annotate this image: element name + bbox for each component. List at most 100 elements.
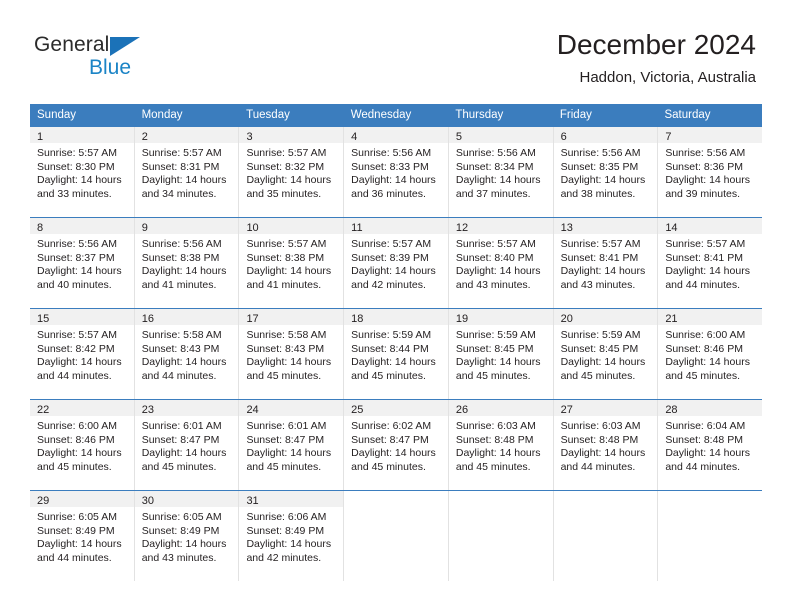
sunset-text: Sunset: 8:30 PM bbox=[37, 160, 115, 173]
sunset-text: Sunset: 8:41 PM bbox=[560, 251, 639, 264]
day-number: 22 bbox=[37, 404, 50, 416]
day-details: Sunrise: 5:56 AM Sunset: 8:36 PM Dayligh… bbox=[658, 143, 762, 201]
day-number-bar: 30 bbox=[134, 491, 239, 507]
daylight-text-line1: Daylight: 14 hours bbox=[141, 447, 227, 459]
day-cell[interactable]: 25 Sunrise: 6:02 AM Sunset: 8:47 PM Dayl… bbox=[343, 400, 448, 490]
day-number-bar: 21 bbox=[658, 309, 763, 325]
day-number-bar bbox=[658, 491, 763, 507]
weekday-header-friday: Friday bbox=[559, 109, 592, 121]
weekday-header-sunday: Sunday bbox=[37, 109, 77, 121]
logo-text-blue: Blue bbox=[89, 56, 132, 79]
day-number: 3 bbox=[246, 131, 253, 143]
weekday-header-wednesday: Wednesday bbox=[350, 109, 412, 121]
daylight-text-line1: Daylight: 14 hours bbox=[37, 447, 122, 459]
day-cell[interactable]: 2 Sunrise: 5:57 AM Sunset: 8:31 PM Dayli… bbox=[133, 127, 239, 217]
day-number: 17 bbox=[246, 313, 259, 325]
day-cell[interactable]: 17 Sunrise: 5:58 AM Sunset: 8:43 PM Dayl… bbox=[238, 309, 344, 399]
daylight-text-line1: Daylight: 14 hours bbox=[560, 265, 646, 277]
sunset-text: Sunset: 8:42 PM bbox=[37, 342, 115, 355]
day-details: Sunrise: 6:05 AM Sunset: 8:49 PM Dayligh… bbox=[30, 507, 134, 565]
day-cell[interactable]: 7 Sunrise: 5:56 AM Sunset: 8:36 PM Dayli… bbox=[657, 127, 763, 217]
calendar-week-row: 15 Sunrise: 5:57 AM Sunset: 8:42 PM Dayl… bbox=[30, 308, 763, 399]
day-cell[interactable]: 16 Sunrise: 5:58 AM Sunset: 8:43 PM Dayl… bbox=[133, 309, 239, 399]
day-details: Sunrise: 5:57 AM Sunset: 8:41 PM Dayligh… bbox=[554, 234, 658, 292]
day-details: Sunrise: 6:04 AM Sunset: 8:48 PM Dayligh… bbox=[658, 416, 762, 474]
day-cell[interactable]: 11 Sunrise: 5:57 AM Sunset: 8:39 PM Dayl… bbox=[343, 218, 448, 308]
day-cell[interactable]: 14 Sunrise: 5:57 AM Sunset: 8:41 PM Dayl… bbox=[657, 218, 763, 308]
daylight-text-line2: and 43 minutes. bbox=[141, 551, 217, 564]
day-cell[interactable]: 1 Sunrise: 5:57 AM Sunset: 8:30 PM Dayli… bbox=[30, 127, 134, 217]
daylight-text-line1: Daylight: 14 hours bbox=[665, 356, 750, 368]
daylight-text-line1: Daylight: 14 hours bbox=[141, 538, 227, 550]
daylight-text-line2: and 44 minutes. bbox=[665, 460, 741, 473]
sunset-text: Sunset: 8:47 PM bbox=[246, 433, 325, 446]
sunrise-text: Sunrise: 5:56 AM bbox=[560, 147, 641, 159]
day-cell[interactable]: 24 Sunrise: 6:01 AM Sunset: 8:47 PM Dayl… bbox=[238, 400, 344, 490]
day-number-bar: 20 bbox=[553, 309, 658, 325]
day-details: Sunrise: 6:01 AM Sunset: 8:47 PM Dayligh… bbox=[239, 416, 343, 474]
sunset-text: Sunset: 8:31 PM bbox=[141, 160, 220, 173]
day-number-bar bbox=[553, 491, 658, 507]
day-number-bar: 2 bbox=[134, 127, 239, 143]
day-number-bar: 22 bbox=[30, 400, 134, 416]
day-cell[interactable]: 5 Sunrise: 5:56 AM Sunset: 8:34 PM Dayli… bbox=[447, 127, 553, 217]
day-cell[interactable]: 10 Sunrise: 5:57 AM Sunset: 8:38 PM Dayl… bbox=[238, 218, 344, 308]
day-number: 14 bbox=[665, 222, 678, 234]
day-cell[interactable]: 4 Sunrise: 5:56 AM Sunset: 8:33 PM Dayli… bbox=[343, 127, 448, 217]
day-details: Sunrise: 5:59 AM Sunset: 8:44 PM Dayligh… bbox=[344, 325, 448, 383]
sunrise-text: Sunrise: 5:57 AM bbox=[246, 238, 327, 250]
day-number-bar: 24 bbox=[239, 400, 344, 416]
sunset-text: Sunset: 8:33 PM bbox=[351, 160, 429, 173]
day-details: Sunrise: 5:59 AM Sunset: 8:45 PM Dayligh… bbox=[554, 325, 658, 383]
day-cell[interactable]: 15 Sunrise: 5:57 AM Sunset: 8:42 PM Dayl… bbox=[30, 309, 134, 399]
day-cell[interactable]: 31 Sunrise: 6:06 AM Sunset: 8:49 PM Dayl… bbox=[238, 491, 344, 581]
day-cell[interactable]: 29 Sunrise: 6:05 AM Sunset: 8:49 PM Dayl… bbox=[30, 491, 134, 581]
day-cell[interactable]: 12 Sunrise: 5:57 AM Sunset: 8:40 PM Dayl… bbox=[447, 218, 553, 308]
sunset-text: Sunset: 8:49 PM bbox=[141, 524, 220, 537]
day-details: Sunrise: 5:56 AM Sunset: 8:33 PM Dayligh… bbox=[344, 143, 448, 201]
day-number-bar: 15 bbox=[30, 309, 134, 325]
daylight-text-line1: Daylight: 14 hours bbox=[560, 356, 646, 368]
day-cell[interactable]: 13 Sunrise: 5:57 AM Sunset: 8:41 PM Dayl… bbox=[552, 218, 658, 308]
day-details: Sunrise: 5:58 AM Sunset: 8:43 PM Dayligh… bbox=[135, 325, 239, 383]
sunset-text: Sunset: 8:49 PM bbox=[246, 524, 325, 537]
day-cell[interactable]: 22 Sunrise: 6:00 AM Sunset: 8:46 PM Dayl… bbox=[30, 400, 134, 490]
day-cell[interactable]: 3 Sunrise: 5:57 AM Sunset: 8:32 PM Dayli… bbox=[238, 127, 344, 217]
day-cell[interactable]: 30 Sunrise: 6:05 AM Sunset: 8:49 PM Dayl… bbox=[133, 491, 239, 581]
day-cell[interactable]: 8 Sunrise: 5:56 AM Sunset: 8:37 PM Dayli… bbox=[30, 218, 134, 308]
daylight-text-line1: Daylight: 14 hours bbox=[246, 356, 332, 368]
day-cell[interactable]: 27 Sunrise: 6:03 AM Sunset: 8:48 PM Dayl… bbox=[552, 400, 658, 490]
day-cell[interactable]: 6 Sunrise: 5:56 AM Sunset: 8:35 PM Dayli… bbox=[552, 127, 658, 217]
day-cell[interactable]: 26 Sunrise: 6:03 AM Sunset: 8:48 PM Dayl… bbox=[447, 400, 553, 490]
day-details: Sunrise: 6:03 AM Sunset: 8:48 PM Dayligh… bbox=[554, 416, 658, 474]
sunrise-text: Sunrise: 5:56 AM bbox=[141, 238, 222, 250]
day-cell[interactable]: 18 Sunrise: 5:59 AM Sunset: 8:44 PM Dayl… bbox=[343, 309, 448, 399]
daylight-text-line2: and 42 minutes. bbox=[246, 551, 322, 564]
day-number-bar: 19 bbox=[448, 309, 553, 325]
daylight-text-line2: and 43 minutes. bbox=[455, 278, 531, 291]
day-cell[interactable]: 21 Sunrise: 6:00 AM Sunset: 8:46 PM Dayl… bbox=[657, 309, 763, 399]
general-blue-logo[interactable]: General Blue bbox=[34, 33, 204, 85]
daylight-text-line2: and 33 minutes. bbox=[37, 187, 112, 200]
day-number-bar: 16 bbox=[134, 309, 239, 325]
day-details: Sunrise: 6:03 AM Sunset: 8:48 PM Dayligh… bbox=[449, 416, 553, 474]
sunset-text: Sunset: 8:43 PM bbox=[141, 342, 220, 355]
day-cell[interactable]: 20 Sunrise: 5:59 AM Sunset: 8:45 PM Dayl… bbox=[552, 309, 658, 399]
day-cell[interactable]: 23 Sunrise: 6:01 AM Sunset: 8:47 PM Dayl… bbox=[133, 400, 239, 490]
daylight-text-line2: and 45 minutes. bbox=[37, 460, 112, 473]
day-cell[interactable]: 9 Sunrise: 5:56 AM Sunset: 8:38 PM Dayli… bbox=[133, 218, 239, 308]
day-number: 5 bbox=[455, 131, 462, 143]
daylight-text-line1: Daylight: 14 hours bbox=[351, 356, 436, 368]
daylight-text-line2: and 44 minutes. bbox=[141, 369, 217, 382]
day-cell[interactable]: 28 Sunrise: 6:04 AM Sunset: 8:48 PM Dayl… bbox=[657, 400, 763, 490]
day-details: Sunrise: 5:57 AM Sunset: 8:40 PM Dayligh… bbox=[449, 234, 553, 292]
sunrise-text: Sunrise: 6:05 AM bbox=[37, 511, 117, 523]
daylight-text-line1: Daylight: 14 hours bbox=[246, 174, 332, 186]
day-number: 28 bbox=[665, 404, 678, 416]
daylight-text-line1: Daylight: 14 hours bbox=[665, 265, 750, 277]
day-cell[interactable]: 19 Sunrise: 5:59 AM Sunset: 8:45 PM Dayl… bbox=[447, 309, 553, 399]
daylight-text-line2: and 41 minutes. bbox=[246, 278, 322, 291]
day-number: 25 bbox=[351, 404, 364, 416]
sunset-text: Sunset: 8:38 PM bbox=[141, 251, 220, 264]
day-number-bar: 13 bbox=[553, 218, 658, 234]
